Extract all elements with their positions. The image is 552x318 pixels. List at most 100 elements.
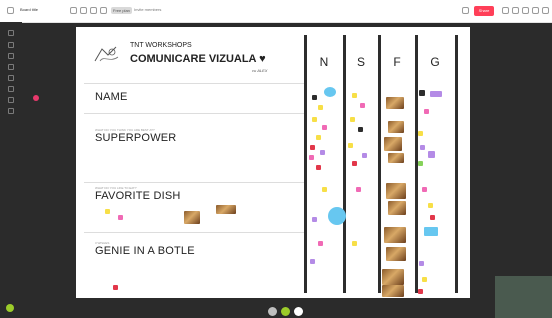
column-divider [378,35,381,293]
sticky-note[interactable] [318,105,323,110]
left-toolbar [0,22,22,318]
sticky-note[interactable] [310,145,315,150]
shape-tool-icon[interactable] [8,75,14,81]
export-icon[interactable] [90,7,97,14]
sticky-note[interactable] [424,227,438,236]
reaction-icon[interactable] [268,307,277,316]
sticky-note[interactable] [322,125,327,130]
dish-photo[interactable] [388,121,404,133]
sticky-note[interactable] [424,109,429,114]
sticky-note[interactable] [360,103,365,108]
sticky-note[interactable] [358,127,363,132]
dish-photo[interactable] [184,211,200,224]
connector-tool-icon[interactable] [8,86,14,92]
dish-photo[interactable] [388,153,404,163]
settings-icon[interactable] [70,7,77,14]
sticky-note[interactable] [428,151,435,158]
dish-photo[interactable] [386,247,406,261]
dish-photo[interactable] [388,201,406,215]
sticky-note[interactable] [105,209,110,214]
row-divider [84,182,304,183]
sticky-note[interactable] [310,259,315,264]
text-tool-icon[interactable] [8,53,14,59]
row-label-favorite-dish: FAVORITE DISH [95,190,181,202]
dish-photo[interactable] [386,97,404,109]
dish-photo[interactable] [382,285,404,297]
sticky-note[interactable] [312,117,317,122]
notifications-icon[interactable] [462,7,469,14]
templates-icon[interactable] [8,42,14,48]
sticky-note[interactable] [418,289,423,294]
sticky-note[interactable] [312,95,317,100]
sticky-note[interactable] [348,143,353,148]
row-divider [84,113,304,114]
select-tool-icon[interactable] [8,30,14,36]
row-label-superpower: SUPERPOWER [95,132,177,144]
comments-icon[interactable] [502,7,509,14]
sticky-note[interactable] [428,203,433,208]
row-divider [84,232,304,233]
upload-tool-icon[interactable] [8,108,14,114]
dish-photo[interactable] [382,269,404,285]
sticky-note[interactable] [352,93,357,98]
column-header-f: F [393,55,401,69]
sticky-note-tool-icon[interactable] [8,64,14,70]
collaborator-cursor [33,95,39,101]
sticky-note[interactable] [316,165,321,170]
chat-icon[interactable] [512,7,519,14]
frame-tool-icon[interactable] [8,97,14,103]
dish-photo[interactable] [386,183,406,199]
column-header-g: G [430,55,440,69]
circle-shape[interactable] [328,207,346,225]
search-icon[interactable] [100,7,107,14]
column-header-s: S [356,55,365,69]
circle-shape[interactable] [324,87,336,97]
dish-photo[interactable] [216,205,236,214]
sticky-note[interactable] [316,135,321,140]
share-icon[interactable] [80,7,87,14]
sticky-note[interactable] [419,90,425,96]
drawing-hand-icon [94,46,119,62]
board-name[interactable]: Board title [20,7,38,12]
whiteboard-frame[interactable]: TNT WORKSHOPS COMUNICARE VIZUALA ♥ cu AL… [76,27,470,298]
sticky-note[interactable] [419,261,424,266]
sticky-note[interactable] [422,277,427,282]
sticky-note[interactable] [418,131,423,136]
sticky-note[interactable] [118,215,123,220]
board-subtitle: TNT WORKSHOPS [130,42,192,49]
sticky-note[interactable] [430,215,435,220]
invite-link[interactable]: Invite members [134,7,161,12]
sticky-note[interactable] [318,241,323,246]
sticky-note[interactable] [352,161,357,166]
minimap[interactable] [495,276,552,318]
column-divider [343,35,346,293]
sticky-note[interactable] [320,150,325,155]
column-divider [455,35,458,293]
sticky-note[interactable] [430,91,442,97]
heart-icon: ♥ [259,53,266,65]
column-header-n: N [319,55,329,69]
share-button[interactable]: Share [474,6,494,16]
row-label-name: NAME [95,91,128,103]
more-icon[interactable] [532,7,539,14]
sticky-note[interactable] [309,155,314,160]
mic-icon[interactable] [281,307,290,316]
timer-icon[interactable] [522,7,529,14]
sticky-note[interactable] [322,187,327,192]
sticky-note[interactable] [352,241,357,246]
sticky-note[interactable] [418,161,423,166]
dish-photo[interactable] [384,227,406,243]
sticky-note[interactable] [422,187,427,192]
sticky-note[interactable] [312,217,317,222]
fullscreen-icon[interactable] [294,307,303,316]
sticky-note[interactable] [356,187,361,192]
sticky-note[interactable] [113,285,118,290]
menu-icon[interactable] [542,7,549,14]
sticky-note[interactable] [420,145,425,150]
top-toolbar: Board title Free plan Invite members Sha… [0,0,552,23]
back-icon[interactable] [7,7,14,14]
dish-photo[interactable] [384,137,402,151]
sticky-note[interactable] [350,117,355,122]
sticky-note[interactable] [362,153,367,158]
avatar[interactable] [6,304,14,312]
